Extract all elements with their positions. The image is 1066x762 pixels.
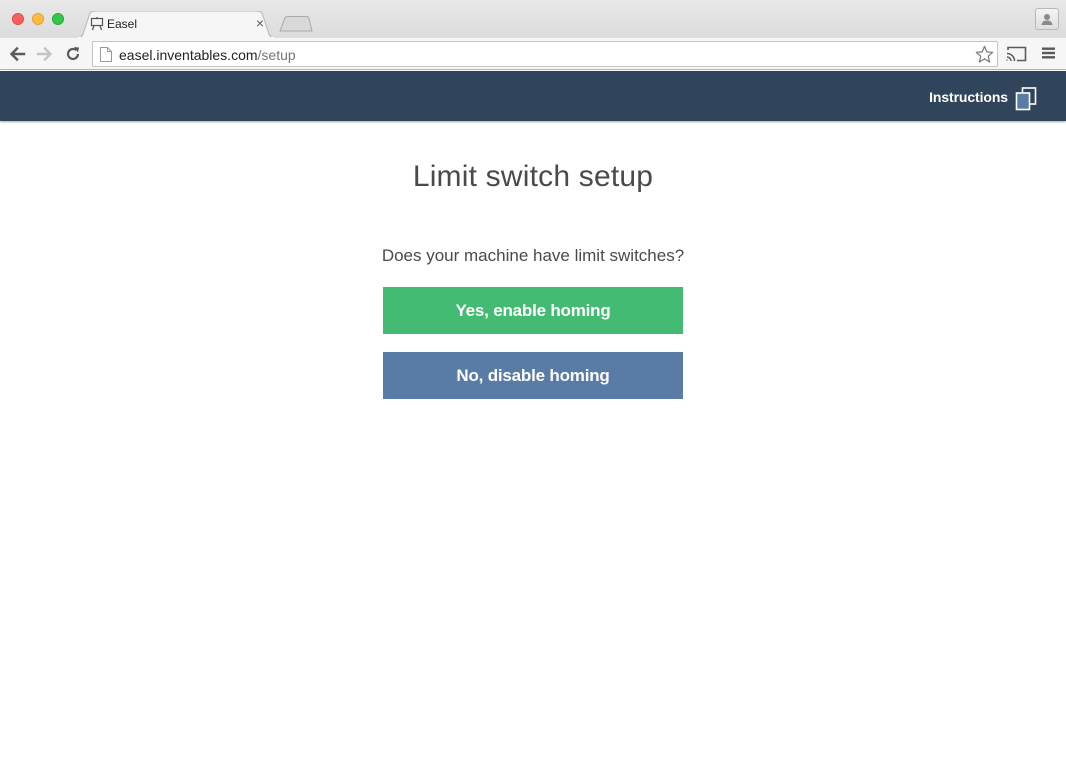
- documents-icon[interactable]: [1015, 87, 1037, 116]
- arrow-right-icon: [36, 46, 53, 62]
- app-header: Instructions: [0, 71, 1066, 121]
- cast-icon[interactable]: [1006, 46, 1027, 67]
- url-path: /setup: [257, 47, 296, 63]
- tab-background: [76, 11, 276, 38]
- close-window-button[interactable]: [12, 13, 24, 25]
- close-tab-icon[interactable]: ×: [254, 16, 266, 30]
- instructions-link[interactable]: Instructions: [929, 89, 1008, 105]
- person-icon: [1041, 14, 1053, 25]
- reload-button[interactable]: [63, 44, 83, 64]
- back-button[interactable]: [7, 44, 27, 64]
- minimize-window-button[interactable]: [32, 13, 44, 25]
- browser-toolbar: easel.inventables.com/setup: [0, 38, 1066, 70]
- easel-icon: [90, 17, 104, 31]
- url-text: easel.inventables.com/setup: [119, 47, 296, 63]
- tab-strip: Easel ×: [0, 0, 1066, 38]
- maximize-window-button[interactable]: [52, 13, 64, 25]
- reload-icon: [66, 47, 80, 61]
- limit-switch-question: Does your machine have limit switches?: [381, 246, 685, 265]
- arrow-left-icon: [9, 46, 26, 62]
- page-title: Limit switch setup: [412, 160, 654, 193]
- browser-window: Easel × easel.inventables.com/setup Inst…: [0, 0, 1066, 762]
- new-tab-button[interactable]: [279, 16, 313, 32]
- star-icon[interactable]: [975, 45, 994, 69]
- main-content: Limit switch setup Does your machine hav…: [0, 121, 1066, 762]
- browser-tab[interactable]: Easel ×: [76, 11, 276, 38]
- forward-button[interactable]: [35, 44, 55, 64]
- page-icon: [100, 47, 112, 67]
- profile-button[interactable]: [1035, 8, 1059, 30]
- url-domain: easel.inventables.com: [119, 47, 258, 63]
- enable-homing-button[interactable]: Yes, enable homing: [383, 287, 683, 334]
- disable-homing-button[interactable]: No, disable homing: [383, 352, 683, 399]
- hamburger-menu-icon[interactable]: [1041, 46, 1056, 65]
- address-bar[interactable]: easel.inventables.com/setup: [92, 41, 998, 67]
- tab-title: Easel: [107, 17, 138, 31]
